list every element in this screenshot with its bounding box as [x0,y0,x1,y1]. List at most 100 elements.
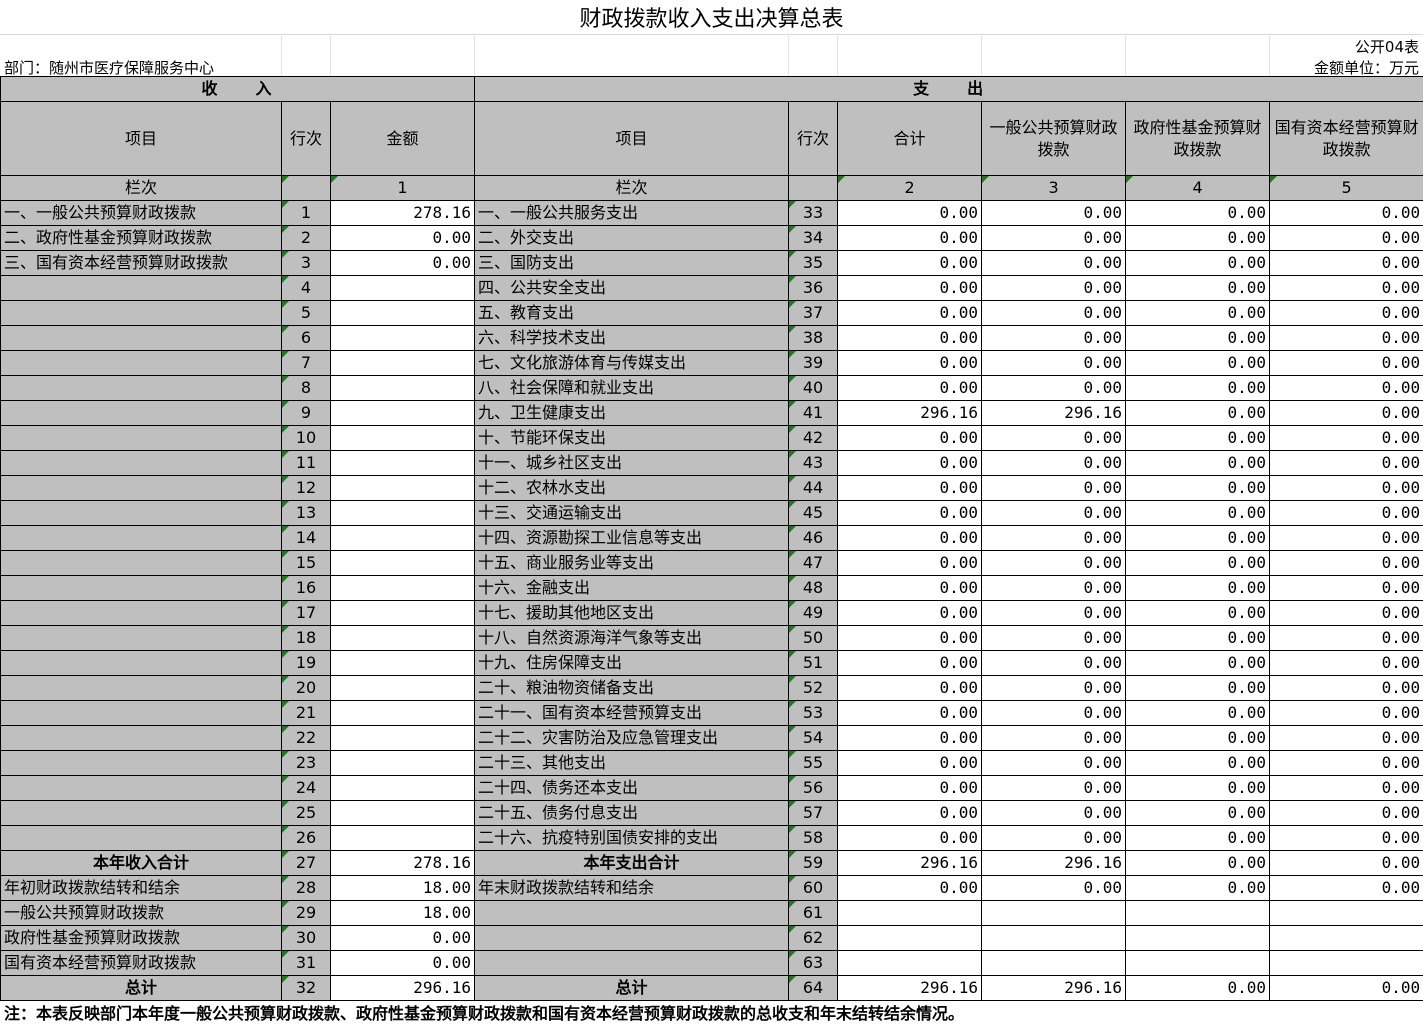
expense-item: 二十四、债务还本支出 [474,775,790,801]
state-amount: 0.00 [1269,400,1423,426]
income-row-no: 6 [281,325,331,351]
summary-row: 一般公共预算财政拨款 29 18.00 61 [0,900,1423,926]
summary-state-amount [1269,950,1423,976]
income-row-no: 18 [281,625,331,651]
summary-row: 国有资本经营预算财政拨款 31 0.00 63 [0,950,1423,976]
expense-item: 六、科学技术支出 [474,325,790,351]
expense-item: 九、卫生健康支出 [474,400,790,426]
table-row: 23 二十三、其他支出 55 0.00 0.00 0.00 0.00 [0,750,1423,776]
income-amount [329,625,476,651]
income-amount [329,750,476,776]
expense-item: 十八、自然资源海洋气象等支出 [474,625,790,651]
total-amount: 0.00 [837,475,983,501]
index-label-2: 栏次 [474,175,790,201]
summary-total-amount [837,950,983,976]
income-row-no: 13 [281,500,331,526]
income-item [0,775,282,801]
state-amount: 0.00 [1269,425,1423,451]
summary-general-amount: 0.00 [981,875,1127,901]
total-amount: 0.00 [837,600,983,626]
summary-expense-item [474,900,790,926]
income-row-no: 1 [281,200,331,226]
expense-row-no: 56 [788,775,839,801]
income-row-no: 23 [281,750,331,776]
expense-row-no: 44 [788,475,839,501]
state-amount: 0.00 [1269,650,1423,676]
general-amount: 0.00 [981,475,1127,501]
state-amount: 0.00 [1269,825,1423,851]
expense-item: 二十一、国有资本经营预算支出 [474,700,790,726]
expense-item: 二十二、灾害防治及应急管理支出 [474,725,790,751]
income-amount [329,700,476,726]
total-amount: 0.00 [837,825,983,851]
summary-general-amount [981,900,1127,926]
income-row-no: 11 [281,450,331,476]
general-amount: 0.00 [981,350,1127,376]
department-label: 部门：随州市医疗保障服务中心 [4,59,215,77]
state-amount: 0.00 [1269,300,1423,326]
fund-amount: 0.00 [1125,550,1271,576]
general-budget-header: 一般公共预算财政拨款 [981,101,1127,176]
general-amount: 0.00 [981,825,1127,851]
total-amount: 0.00 [837,225,983,251]
expense-row-no: 49 [788,600,839,626]
expense-item: 二十、粮油物资储备支出 [474,675,790,701]
expense-row-no: 34 [788,225,839,251]
summary-expense-row-no: 60 [788,875,839,901]
general-amount: 0.00 [981,725,1127,751]
summary-total-amount [837,900,983,926]
table-row: 19 十九、住房保障支出 51 0.00 0.00 0.00 0.00 [0,650,1423,676]
summary-expense-item: 本年支出合计 [474,850,790,876]
general-amount: 0.00 [981,300,1127,326]
income-item [0,425,282,451]
table-row: 7 七、文化旅游体育与传媒支出 39 0.00 0.00 0.00 0.00 [0,350,1423,376]
expense-row-no: 46 [788,525,839,551]
summary-row: 总计 32 296.16 总计 64 296.16 296.16 0.00 0.00 [0,975,1423,1001]
income-row-no: 8 [281,375,331,401]
income-item [0,450,282,476]
summary-general-amount: 296.16 [981,975,1127,1001]
general-amount: 0.00 [981,575,1127,601]
income-row-no: 17 [281,600,331,626]
income-amount [329,325,476,351]
summary-total-amount: 296.16 [837,975,983,1001]
summary-fund-amount [1125,950,1271,976]
fund-amount: 0.00 [1125,800,1271,826]
summary-state-amount: 0.00 [1269,875,1423,901]
table-row: 三、国有资本经营预算财政拨款 3 0.00 三、国防支出 35 0.00 0.00 0.00 0… [0,250,1423,276]
income-row-no: 12 [281,475,331,501]
summary-expense-row-no: 63 [788,950,839,976]
expense-row-no: 51 [788,650,839,676]
income-row-no: 26 [281,825,331,851]
expense-row-no: 37 [788,300,839,326]
table-row: 10 十、节能环保支出 42 0.00 0.00 0.00 0.00 [0,425,1423,451]
income-amount [329,425,476,451]
fund-amount: 0.00 [1125,625,1271,651]
expense-row-no: 53 [788,700,839,726]
state-amount: 0.00 [1269,800,1423,826]
summary-income-amount: 0.00 [329,925,476,951]
expense-row-no: 40 [788,375,839,401]
fund-amount: 0.00 [1125,400,1271,426]
expense-item: 十一、城乡社区支出 [474,450,790,476]
state-amount: 0.00 [1269,200,1423,226]
income-amount [329,375,476,401]
summary-income-row-no: 28 [281,875,331,901]
total-amount: 0.00 [837,525,983,551]
general-amount: 0.00 [981,550,1127,576]
expense-row-no: 33 [788,200,839,226]
expense-row-no: 38 [788,325,839,351]
general-amount: 0.00 [981,325,1127,351]
table-row: 16 十六、金融支出 48 0.00 0.00 0.00 0.00 [0,575,1423,601]
income-amount [329,500,476,526]
state-amount: 0.00 [1269,525,1423,551]
expense-section-header: 支 出 [474,76,1423,102]
general-amount: 0.00 [981,525,1127,551]
summary-general-amount [981,950,1127,976]
income-item [0,650,282,676]
department-row: 部门：随州市医疗保障服务中心 金额单位：万元 [0,55,1423,77]
section-row: 收 入 支 出 [0,76,1423,102]
expense-row-no: 47 [788,550,839,576]
income-amount [329,775,476,801]
expense-row-no: 35 [788,250,839,276]
